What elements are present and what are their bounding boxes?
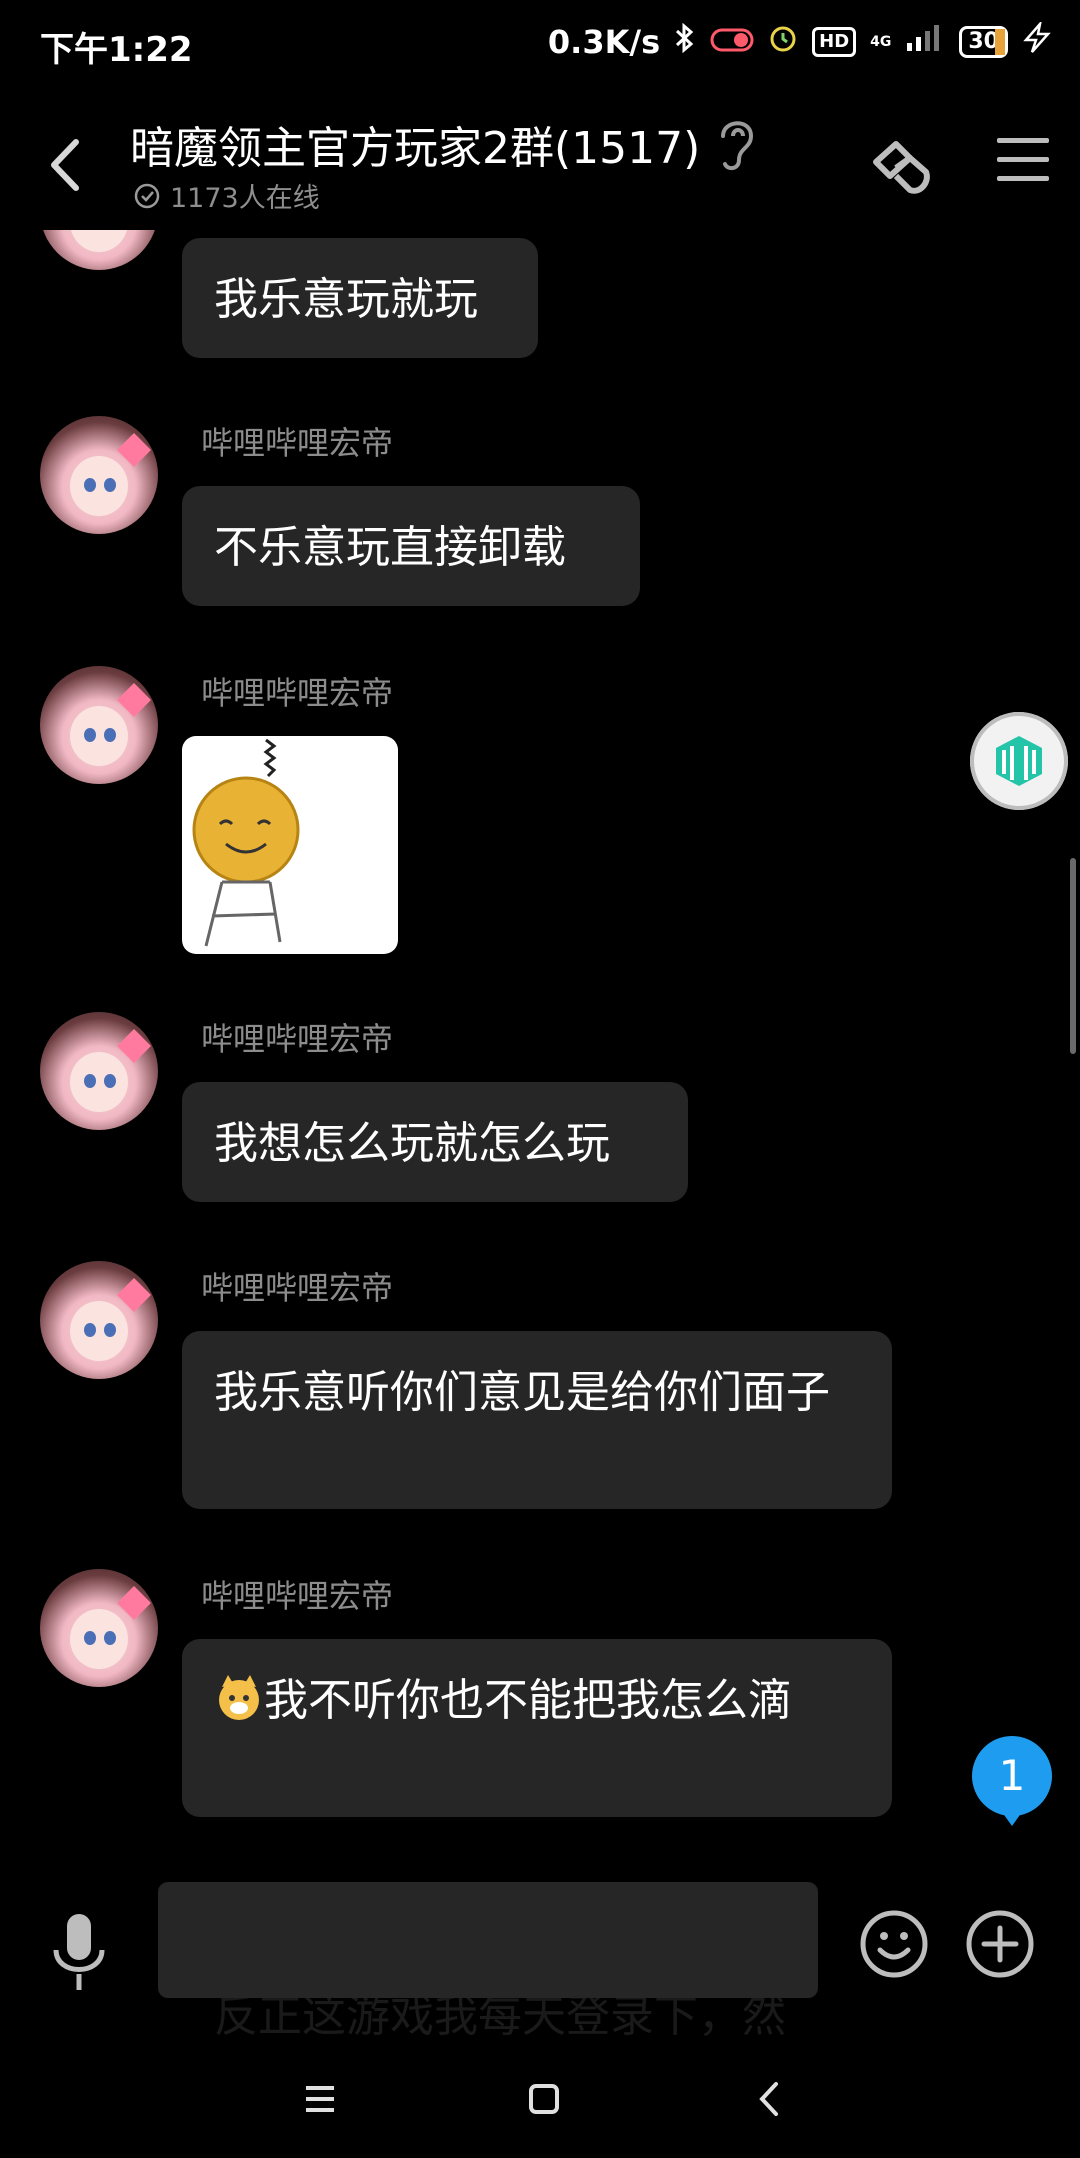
chat-header: 暗魔领主官方玩家2群(1517) 1173人在线 [0, 100, 1080, 230]
sender-name: 哔哩哔哩宏帝 [201, 674, 394, 712]
charging-icon [1022, 19, 1052, 62]
battery-icon: 30 [959, 26, 1008, 58]
message-bubble[interactable]: 我乐意玩就玩 [182, 238, 538, 358]
microphone-icon [53, 1914, 105, 1990]
avatar[interactable] [40, 1569, 158, 1687]
message-input[interactable] [158, 1882, 818, 1998]
link-button[interactable] [866, 132, 936, 202]
message-list[interactable]: 我乐意玩就玩 哔哩哔哩宏帝 不乐意玩直接卸载 哔哩哔哩宏帝 哔哩哔哩宏帝 我想怎… [0, 230, 1080, 1830]
input-bar [0, 1860, 1080, 2020]
message-bubble[interactable]: 我想怎么玩就怎么玩 [182, 1082, 688, 1202]
smiley-hanging-sticker-icon [192, 738, 300, 947]
message-bubble[interactable]: 不乐意玩直接卸载 [182, 486, 640, 606]
chevron-left-icon [759, 2082, 778, 2116]
link-icon [873, 141, 930, 194]
voice-button[interactable] [48, 1910, 110, 1994]
system-nav-bar [0, 2040, 1080, 2158]
emoji-button[interactable] [858, 1908, 930, 1980]
net-speed: 0.3K/s [547, 23, 661, 61]
sender-name: 哔哩哔哩宏帝 [201, 1020, 394, 1058]
back-button[interactable] [40, 130, 90, 200]
signal-icon [905, 23, 945, 61]
status-time: 下午1:22 [40, 30, 193, 70]
avatar[interactable] [40, 230, 158, 270]
unread-badge[interactable]: 1 [972, 1736, 1052, 1826]
smiley-icon [860, 1910, 928, 1978]
plus-circle-icon [966, 1910, 1034, 1978]
home-button[interactable] [514, 2074, 574, 2124]
online-count: 1173人在线 [134, 176, 320, 215]
status-icons: 0.3K/s HD 4G 30 [547, 19, 1052, 62]
hd-icon: HD [812, 27, 857, 57]
chevron-left-icon [51, 139, 79, 191]
sender-name: 哔哩哔哩宏帝 [201, 1269, 394, 1307]
avatar[interactable] [40, 1261, 158, 1379]
emoji-icon [214, 1673, 264, 1723]
bluetooth-icon [674, 22, 696, 61]
menu-lines-icon [306, 2086, 334, 2112]
back-nav-button[interactable] [740, 2074, 800, 2124]
group-title[interactable]: 暗魔领主官方玩家2群(1517) [130, 112, 700, 176]
recents-button[interactable] [290, 2074, 350, 2124]
cube-icon [996, 736, 1042, 786]
toggle-icon [710, 23, 754, 61]
avatar[interactable] [40, 416, 158, 534]
alarm-icon [768, 23, 798, 61]
floating-app-button[interactable] [970, 712, 1068, 810]
message-text: 我不听你也不能把我怎么滴 [264, 1675, 792, 1726]
sender-name: 哔哩哔哩宏帝 [201, 1577, 394, 1615]
message-bubble[interactable]: 我乐意听你们意见是给你们面子 [182, 1331, 892, 1509]
message-bubble[interactable]: 我不听你也不能把我怎么滴 [182, 1639, 892, 1817]
avatar[interactable] [40, 666, 158, 784]
hamburger-icon [997, 138, 1049, 181]
sticker-image[interactable] [182, 736, 398, 954]
scrollbar[interactable] [1070, 858, 1076, 1054]
online-count-text: 1173人在线 [170, 183, 320, 214]
sender-name: 哔哩哔哩宏帝 [201, 424, 394, 462]
network-label: 4G [870, 34, 892, 50]
avatar[interactable] [40, 1012, 158, 1130]
status-bar: 下午1:22 0.3K/s HD 4G 30 [0, 0, 1080, 90]
check-circle-icon [134, 183, 160, 208]
add-button[interactable] [964, 1908, 1036, 1980]
ear-icon[interactable] [715, 114, 759, 174]
square-icon [529, 2084, 559, 2114]
menu-button[interactable] [995, 134, 1051, 186]
